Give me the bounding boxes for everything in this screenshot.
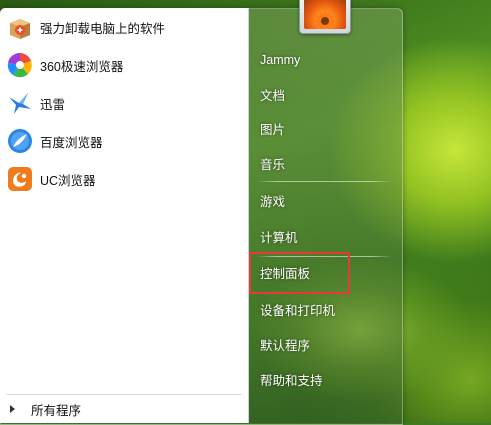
start-menu-programs-pane: 强力卸载电脑上的软件 360极速浏览器 迅雷 百度浏览器 UC浏览器 所有程序 (0, 8, 249, 423)
default-programs-link[interactable]: 默认程序 (260, 335, 310, 357)
places-separator (256, 181, 392, 182)
devices-printers-link[interactable]: 设备和打印机 (260, 300, 335, 322)
computer-link[interactable]: 计算机 (260, 227, 298, 249)
help-support-link[interactable]: 帮助和支持 (260, 370, 323, 392)
uninstaller-box-icon (6, 13, 34, 41)
program-item-uc-browser[interactable]: UC浏览器 (0, 160, 248, 198)
pinned-program-list: 强力卸载电脑上的软件 360极速浏览器 迅雷 百度浏览器 UC浏览器 (0, 8, 248, 198)
program-label: 百度浏览器 (40, 135, 103, 150)
documents-link[interactable]: 文档 (260, 85, 285, 107)
all-programs-button[interactable]: 所有程序 (6, 398, 81, 420)
program-item-uninstaller[interactable]: 强力卸载电脑上的软件 (0, 8, 248, 46)
all-programs-separator (6, 394, 242, 395)
program-item-baidu-browser[interactable]: 百度浏览器 (0, 122, 248, 160)
uc-browser-icon (6, 165, 34, 193)
program-label: 强力卸载电脑上的软件 (40, 21, 166, 36)
pictures-link[interactable]: 图片 (260, 119, 285, 141)
all-programs-label: 所有程序 (31, 403, 82, 418)
360-browser-icon (6, 51, 34, 79)
games-link[interactable]: 游戏 (260, 191, 285, 213)
user-folder-link[interactable]: Jammy (260, 49, 300, 71)
program-item-thunder[interactable]: 迅雷 (0, 84, 248, 122)
start-menu-places-pane: Jammy 文档 图片 音乐 游戏 计算机 控制面板 设备和打印机 默认程序 帮… (250, 0, 400, 423)
baidu-browser-icon (6, 127, 34, 155)
program-label: 迅雷 (40, 97, 66, 112)
thunder-bird-icon (6, 89, 34, 117)
program-item-360-browser[interactable]: 360极速浏览器 (0, 46, 248, 84)
program-label: 360极速浏览器 (40, 59, 124, 74)
control-panel-highlight (249, 252, 350, 294)
program-label: UC浏览器 (40, 173, 96, 188)
triangle-right-icon (10, 405, 15, 413)
music-link[interactable]: 音乐 (260, 154, 285, 176)
